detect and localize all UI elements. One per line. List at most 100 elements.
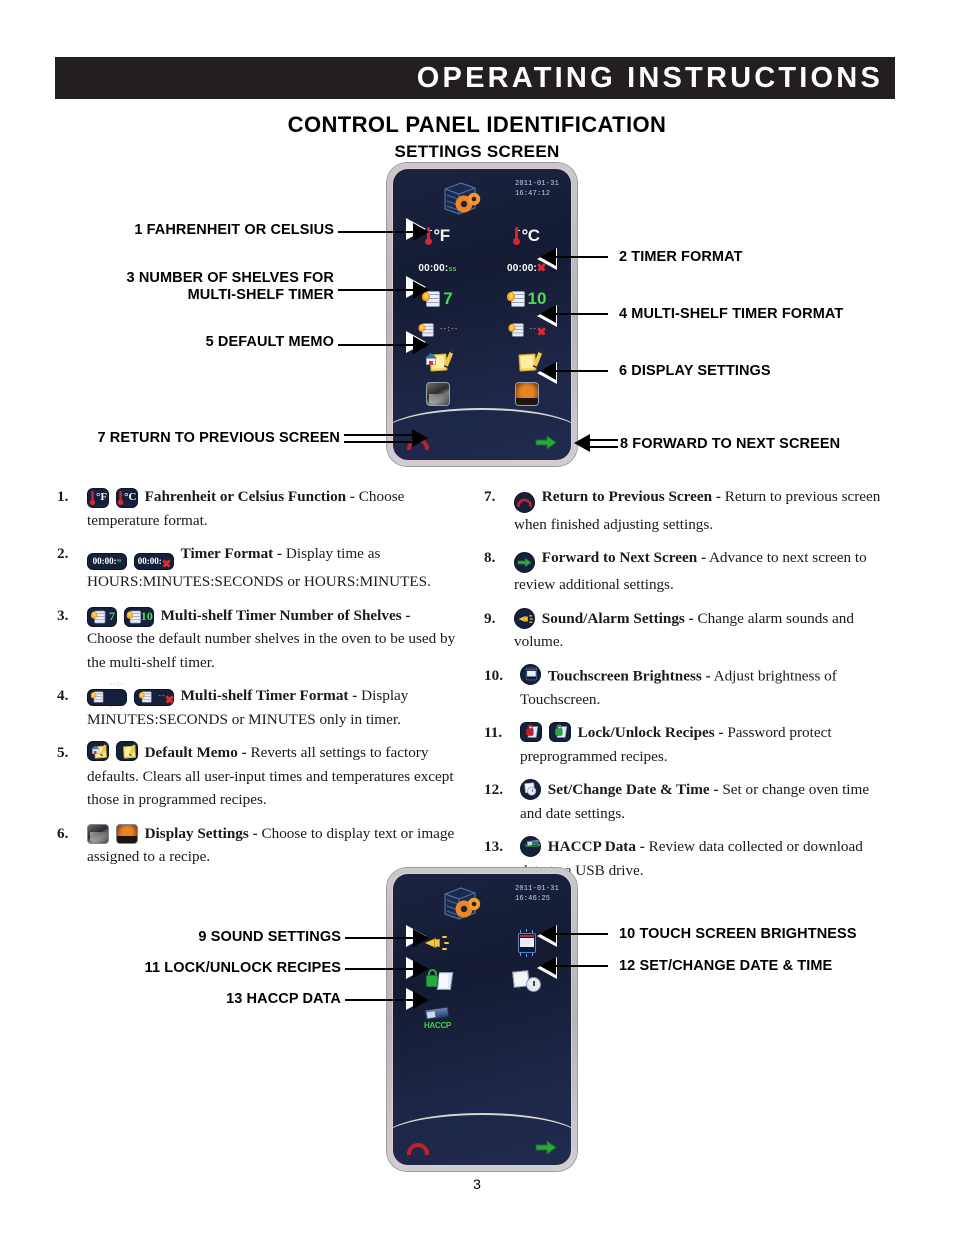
touchscreen-brightness-icon bbox=[516, 929, 538, 957]
callout-12-set-change-date-time: 12 SET/CHANGE DATE & TIME bbox=[619, 958, 833, 974]
callout-line-3 bbox=[338, 289, 418, 291]
description-item-12: 12. Set/Change Date & Time - Set or chan… bbox=[484, 778, 884, 825]
forward-next-screen-button[interactable] bbox=[535, 435, 557, 450]
callout-arrow-9 bbox=[413, 929, 429, 947]
callout-arrow-4 bbox=[540, 305, 556, 323]
timer-hm-value: 00:00: bbox=[506, 263, 538, 274]
callout-arrow-8 bbox=[574, 434, 590, 452]
celsius-icon: °C bbox=[115, 488, 138, 508]
shelf-count-10-button[interactable]: 10 bbox=[482, 283, 571, 315]
callout-arrow-1 bbox=[413, 223, 429, 241]
callout-line-7a bbox=[344, 434, 416, 436]
touchscreen-brightness-button[interactable] bbox=[482, 924, 571, 962]
display-text-button[interactable] bbox=[393, 377, 482, 411]
callout-line-13 bbox=[345, 999, 420, 1001]
item-number: 11. bbox=[484, 724, 503, 741]
multishelf-format-m-button[interactable]: -- bbox=[482, 315, 571, 345]
memo-icon bbox=[514, 348, 543, 373]
description-list-right: 7. Return to Previous Screen - Return to… bbox=[484, 485, 884, 892]
description-item-4: 4. --:-- -- Multi-shelf Timer Format - D… bbox=[57, 681, 457, 731]
control-panel-settings-screen-2: 2011-01-31 16:46:25 HACCP bbox=[387, 868, 577, 1171]
callout-arrow-10 bbox=[540, 925, 556, 943]
callout-line-6 bbox=[548, 370, 608, 372]
item-title: Multi-shelf Timer Number of Shelves - bbox=[160, 606, 411, 624]
callout-6-display-settings: 6 DISPLAY SETTINGS bbox=[619, 363, 771, 379]
item-number: 6. bbox=[57, 824, 69, 842]
set-change-date-time-button[interactable] bbox=[482, 962, 571, 1000]
callout-11-lock-unlock-recipes: 11 LOCK/UNLOCK RECIPES bbox=[144, 960, 341, 976]
display-image-button[interactable] bbox=[482, 377, 571, 411]
page-subtitle: SETTINGS SCREEN bbox=[394, 142, 560, 161]
item-title: Lock/Unlock Recipes - bbox=[577, 724, 724, 741]
callout-3-line2: MULTI-SHELF TIMER bbox=[187, 287, 334, 303]
time-text: 16:47:12 bbox=[514, 190, 551, 198]
page-title-block: CONTROL PANEL IDENTIFICATION SETTINGS SC… bbox=[0, 112, 954, 162]
item-title: Display Settings - bbox=[144, 824, 258, 842]
item-number: 3. bbox=[57, 606, 69, 624]
time-text: 16:46:25 bbox=[514, 895, 551, 903]
item-title: HACCP Data - bbox=[547, 838, 645, 855]
banner-title: OPERATING INSTRUCTIONS bbox=[416, 61, 883, 94]
shelf-rack-icon bbox=[508, 322, 525, 337]
bottom-divider bbox=[393, 1113, 571, 1139]
description-item-6: 6. Display Settings - Choose to display … bbox=[57, 822, 457, 869]
recipe-text-thumbnail-icon bbox=[425, 382, 450, 406]
screen-header: 2011-01-31 16:47:12 bbox=[393, 175, 571, 221]
haccp-data-icon: HACCP bbox=[520, 835, 541, 857]
celsius-label: °C bbox=[521, 226, 540, 245]
callout-arrow-3 bbox=[413, 281, 429, 299]
lock-recipes-icon bbox=[520, 722, 542, 742]
item-number: 1. bbox=[57, 488, 69, 505]
callout-line-8a bbox=[590, 439, 618, 441]
panel-bottom-bar-2 bbox=[393, 1113, 571, 1165]
item-title: Set/Change Date & Time - bbox=[547, 781, 719, 798]
description-item-3: 3. 7 10 Multi-shelf Timer Number of Shel… bbox=[57, 604, 457, 675]
default-memo-button[interactable] bbox=[482, 345, 571, 377]
description-item-2: 2. 00:00: ss 00:00: Timer Format - Displa… bbox=[57, 542, 457, 594]
item-title: Timer Format - bbox=[180, 545, 283, 562]
shelf-count-value: 7 bbox=[443, 289, 453, 308]
recipe-image-thumbnail-icon bbox=[115, 823, 138, 844]
fahrenheit-label: °F bbox=[433, 226, 450, 245]
callout-arrow-7 bbox=[412, 429, 428, 447]
callout-3-line1: 3 NUMBER OF SHELVES FOR bbox=[126, 270, 334, 286]
date-text: 2011-01-31 bbox=[514, 180, 559, 188]
celsius-button[interactable]: °C bbox=[482, 219, 571, 253]
callout-4-multi-shelf-timer-format: 4 MULTI-SHELF TIMER FORMAT bbox=[619, 306, 844, 322]
description-item-7: 7. Return to Previous Screen - Return to… bbox=[484, 485, 884, 536]
callout-line-8b bbox=[590, 446, 618, 448]
callout-2-timer-format: 2 TIMER FORMAT bbox=[619, 249, 743, 265]
description-item-10: 10. Touchscreen Brightness - Adjust brig… bbox=[484, 663, 884, 712]
oven-gears-icon bbox=[437, 882, 485, 924]
description-item-8: 8. Forward to Next Screen - Advance to n… bbox=[484, 546, 884, 597]
item-title: Fahrenheit or Celsius Function - bbox=[144, 488, 355, 505]
page-title: CONTROL PANEL IDENTIFICATION bbox=[287, 112, 667, 137]
callout-line-10 bbox=[548, 933, 608, 935]
callout-arrow-6 bbox=[540, 362, 556, 380]
callout-line-11 bbox=[345, 968, 420, 970]
touchscreen-brightness-icon bbox=[520, 663, 541, 685]
datetime-display-2: 2011-01-31 16:46:25 bbox=[515, 884, 559, 904]
return-previous-screen-icon bbox=[514, 491, 535, 513]
item-number: 8. bbox=[484, 549, 496, 566]
thermometer-icon bbox=[513, 227, 521, 245]
multishelf-format-m-icon: -- bbox=[133, 688, 174, 706]
forward-next-screen-button-2[interactable] bbox=[535, 1140, 557, 1155]
touchscreen-display-2[interactable]: 2011-01-31 16:46:25 HACCP bbox=[392, 873, 572, 1166]
return-previous-screen-button-2[interactable] bbox=[407, 1141, 430, 1156]
timer-format-hm-icon: 00:00: bbox=[133, 553, 174, 571]
callout-arrow-2 bbox=[540, 248, 556, 266]
recipe-text-thumbnail-icon bbox=[87, 823, 109, 844]
item-number: 9. bbox=[484, 609, 496, 627]
item-body: Choose the default number shelves in the… bbox=[87, 630, 456, 671]
timer-hms-value: 00:00: bbox=[418, 262, 449, 274]
item-number: 2. bbox=[57, 545, 69, 562]
shelf-count-7-icon: 7 bbox=[87, 606, 117, 627]
item-number: 4. bbox=[57, 687, 69, 705]
item-number: 10. bbox=[484, 666, 503, 684]
item-number: 12. bbox=[484, 781, 503, 798]
timer-format-hms-icon: 00:00: ss bbox=[87, 553, 127, 571]
multishelf-format-ms-icon: --:-- bbox=[87, 681, 127, 712]
item-title: Multi-shelf Timer Format - bbox=[180, 687, 358, 705]
haccp-label: HACCP bbox=[424, 1021, 451, 1030]
